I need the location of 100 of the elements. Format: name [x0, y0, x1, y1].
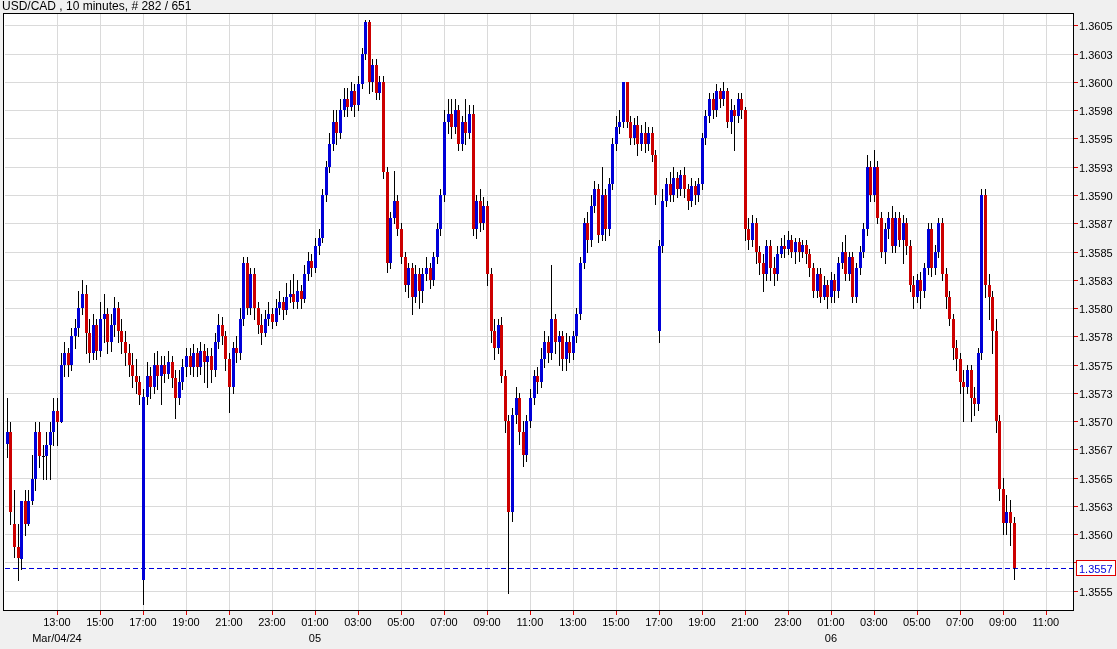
candlestick	[712, 92, 715, 120]
candlestick	[773, 256, 776, 287]
x-axis-label: 01:00	[817, 616, 845, 628]
y-axis-label: 1.3567	[1079, 443, 1113, 456]
candlestick	[697, 177, 700, 203]
candlestick	[816, 267, 819, 299]
candlestick	[163, 355, 166, 384]
candlestick	[292, 273, 295, 310]
candlestick	[533, 369, 536, 406]
candlestick	[783, 234, 786, 259]
candlestick	[185, 347, 188, 378]
candlestick	[421, 267, 424, 304]
candlestick	[17, 523, 20, 582]
candlestick	[898, 211, 901, 248]
candlestick	[751, 214, 754, 248]
candlestick	[848, 251, 851, 282]
candlestick	[282, 296, 285, 321]
candlestick	[189, 347, 192, 376]
y-axis-label: 1.3593	[1079, 161, 1113, 174]
candlestick	[536, 366, 539, 395]
candlestick	[199, 341, 202, 376]
x-axis-label: 23:00	[258, 616, 286, 628]
candlestick	[966, 364, 969, 395]
candlestick	[67, 347, 70, 378]
candlestick	[482, 196, 485, 231]
candlestick	[450, 98, 453, 140]
candlestick	[6, 397, 9, 459]
candlestick	[1005, 494, 1008, 536]
candlestick	[203, 343, 206, 384]
candlestick	[103, 293, 106, 344]
x-axis-label: 13:00	[43, 616, 71, 628]
candlestick	[733, 104, 736, 152]
candlestick	[335, 109, 338, 146]
candlestick	[343, 87, 346, 118]
x-axis-label: 21:00	[215, 616, 243, 628]
candlestick	[300, 284, 303, 310]
y-axis-label: 1.3605	[1079, 19, 1113, 32]
candlestick	[271, 307, 274, 330]
candlestick	[833, 273, 836, 304]
x-axis-label: 05:00	[903, 616, 931, 628]
candlestick	[565, 332, 568, 372]
candlestick	[812, 262, 815, 299]
candlestick	[314, 237, 317, 274]
candlestick	[378, 75, 381, 101]
candlestick	[429, 262, 432, 290]
candlestick	[124, 330, 127, 367]
chart-title: USD/CAD , 10 minutes, # 282 / 651	[1, 0, 192, 13]
candlestick	[640, 124, 643, 152]
candlestick	[554, 313, 557, 355]
candlestick	[497, 318, 500, 355]
candlestick	[464, 98, 467, 146]
candlestick	[206, 347, 209, 389]
candlestick	[447, 98, 450, 135]
date-label: 05	[308, 632, 322, 644]
candlestick	[332, 109, 335, 152]
candlestick	[679, 169, 682, 197]
candlestick	[156, 350, 159, 391]
price-label: 1.3557	[1076, 560, 1116, 576]
candlestick	[13, 489, 16, 559]
y-axis-label: 1.3565	[1079, 472, 1113, 485]
y-axis-label: 1.3580	[1079, 302, 1113, 315]
candlestick	[414, 264, 417, 304]
candlestick	[776, 245, 779, 282]
candlestick	[719, 87, 722, 109]
candlestick	[167, 350, 170, 380]
candlestick	[923, 262, 926, 299]
candlestick	[353, 83, 356, 118]
candlestick	[45, 431, 48, 481]
candlestick	[81, 279, 84, 316]
candlestick	[780, 237, 783, 259]
y-axis-label: 1.3585	[1079, 246, 1113, 259]
candlestick	[769, 239, 772, 282]
candlestick	[694, 180, 697, 206]
candlestick	[454, 98, 457, 135]
x-axis-label: 09:00	[473, 616, 501, 628]
x-axis-label: 13:00	[559, 616, 587, 628]
candlestick	[561, 330, 564, 372]
x-axis-label: 11:00	[516, 616, 544, 628]
candlestick	[418, 267, 421, 310]
y-axis-label: 1.3590	[1079, 189, 1113, 202]
candlestick	[24, 489, 27, 537]
candlestick	[636, 115, 639, 157]
y-axis-label: 1.3600	[1079, 76, 1113, 89]
candlestick	[794, 237, 797, 265]
candlestick	[339, 98, 342, 140]
candlestick	[737, 92, 740, 124]
candlestick	[515, 386, 518, 425]
candlestick	[407, 262, 410, 299]
candlestick	[823, 275, 826, 301]
candlestick	[547, 335, 550, 364]
candlestick	[708, 92, 711, 124]
candlestick	[196, 347, 199, 378]
candlestick	[568, 335, 571, 364]
y-axis-label: 1.3570	[1079, 415, 1113, 428]
x-axis-label: 19:00	[688, 616, 716, 628]
candlestick	[192, 343, 195, 378]
x-axis-label: 03:00	[860, 616, 888, 628]
candlestick	[160, 355, 163, 406]
candlestick	[819, 267, 822, 304]
y-axis-label: 1.3595	[1079, 132, 1113, 145]
